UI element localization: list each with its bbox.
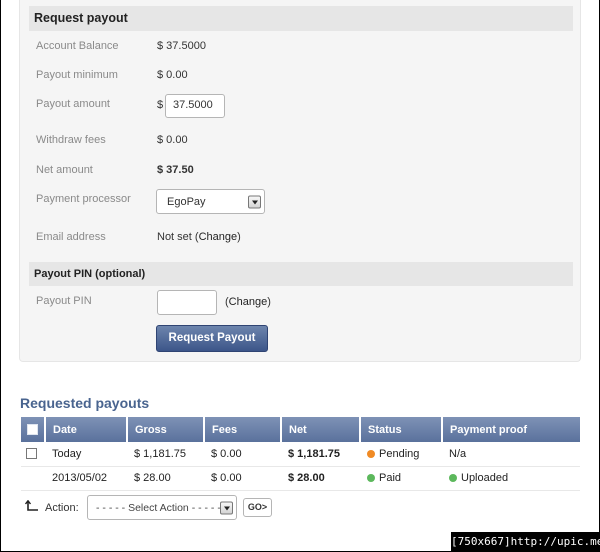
cell-date: Today — [45, 442, 127, 467]
bulk-action-select[interactable]: - - - - - Select Action - - - - - — [87, 495, 237, 520]
email-address-status: Not set ( — [157, 231, 199, 243]
table-row: Today $ 1,181.75 $ 0.00 $ 1,181.75 Pendi… — [21, 442, 580, 467]
column-gross[interactable]: Gross — [127, 417, 205, 442]
payout-amount-input[interactable]: 37.5000 — [165, 94, 225, 118]
pin-change-link[interactable]: Change — [229, 296, 268, 308]
bulk-action-placeholder: - - - - - Select Action - - - - - — [96, 502, 221, 514]
go-button[interactable]: GO> — [243, 498, 272, 517]
email-address-label: Email address — [36, 231, 106, 243]
cell-status: Paid — [360, 466, 442, 491]
column-net[interactable]: Net — [281, 417, 361, 442]
pin-paren-close: ) — [267, 296, 271, 308]
image-watermark: [750x667]http://upic.me/ — [451, 532, 600, 552]
cell-proof: Uploaded — [442, 466, 580, 491]
column-payment-proof[interactable]: Payment proof — [442, 417, 580, 442]
net-amount-value: $ 37.50 — [157, 164, 194, 176]
cell-net: $ 1,181.75 — [281, 442, 360, 467]
cell-gross: $ 28.00 — [127, 466, 204, 491]
paid-status-icon — [367, 474, 375, 483]
request-payout-heading: Request payout — [29, 6, 573, 31]
net-amount-label: Net amount — [36, 164, 93, 176]
payment-processor-label: Payment processor — [36, 193, 131, 205]
request-payout-button[interactable]: Request Payout — [156, 325, 268, 352]
pending-status-icon — [367, 449, 375, 458]
cell-status: Pending — [360, 442, 442, 467]
chevron-down-icon[interactable] — [220, 501, 233, 514]
cell-proof: N/a — [442, 442, 580, 467]
corner-up-arrow-icon — [25, 500, 38, 511]
cell-fees: $ 0.00 — [204, 442, 281, 467]
uploaded-status-icon — [449, 474, 457, 483]
payment-processor-selected: EgoPay — [167, 196, 206, 208]
cell-date: 2013/05/02 — [45, 466, 127, 491]
proof-text[interactable]: Uploaded — [461, 472, 508, 484]
withdraw-fees-label: Withdraw fees — [36, 134, 106, 146]
payment-processor-select[interactable]: EgoPay — [156, 189, 265, 214]
email-address-paren: ) — [237, 231, 241, 243]
column-status[interactable]: Status — [360, 417, 443, 442]
request-payout-panel: Request payout Account Balance $ 37.5000… — [19, 0, 581, 362]
email-change-link[interactable]: Change — [199, 231, 238, 243]
account-balance-label: Account Balance — [36, 40, 119, 52]
payout-pin-label: Payout PIN — [36, 295, 92, 307]
status-text: Paid — [379, 472, 402, 484]
payout-minimum-label: Payout minimum — [36, 69, 118, 81]
status-text: Pending — [379, 447, 420, 460]
payout-minimum-value: $ 0.00 — [157, 69, 188, 81]
payout-amount-currency: $ — [157, 99, 164, 111]
cell-gross: $ 1,181.75 — [127, 442, 204, 467]
cell-fees: $ 0.00 — [204, 466, 281, 491]
payouts-table: Date Gross Fees Net Status Payment proof… — [21, 417, 580, 491]
payout-pin-input[interactable] — [157, 290, 217, 315]
account-balance-value: $ 37.5000 — [157, 40, 206, 52]
payout-amount-label: Payout amount — [36, 98, 110, 110]
table-row: 2013/05/02 $ 28.00 $ 0.00 $ 28.00 Paid U… — [21, 466, 580, 491]
requested-payouts-title: Requested payouts — [20, 395, 150, 411]
column-date[interactable]: Date — [45, 417, 128, 442]
column-fees[interactable]: Fees — [204, 417, 282, 442]
action-label: Action: — [45, 502, 79, 514]
row-checkbox[interactable] — [26, 448, 37, 460]
payout-pin-change: (Change) — [225, 296, 271, 308]
select-all-checkbox[interactable] — [27, 424, 38, 436]
cell-net: $ 28.00 — [281, 466, 360, 491]
email-address-value: Not set (Change) — [157, 231, 241, 243]
row-select-cell — [21, 442, 45, 467]
select-all-cell — [21, 417, 46, 442]
table-header-row: Date Gross Fees Net Status Payment proof — [21, 417, 580, 442]
payout-pin-heading: Payout PIN (optional) — [29, 262, 573, 286]
row-select-cell — [21, 466, 45, 491]
withdraw-fees-value: $ 0.00 — [157, 134, 188, 146]
chevron-down-icon[interactable] — [248, 195, 261, 208]
